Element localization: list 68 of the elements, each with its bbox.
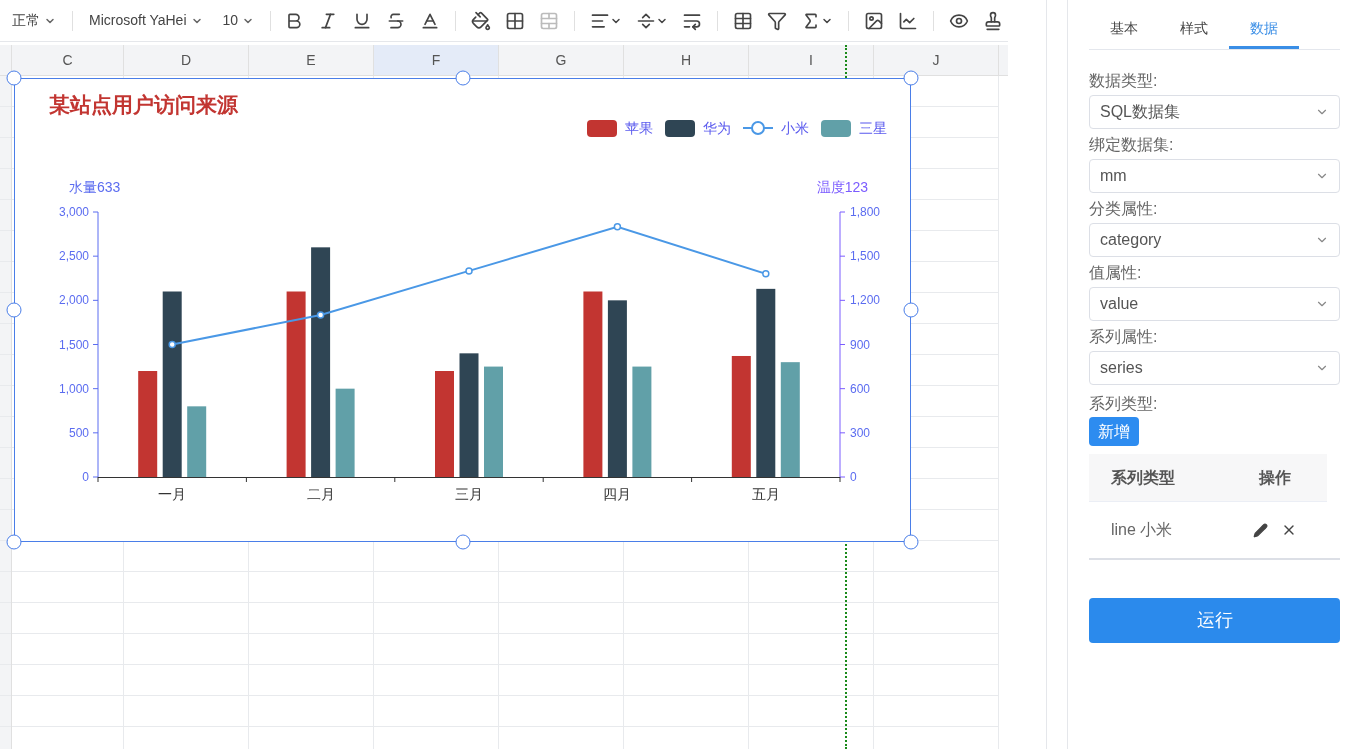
legend-label[interactable]: 小米 <box>781 120 809 136</box>
category-label: 三月 <box>455 486 483 502</box>
select-field[interactable]: SQL数据集 <box>1089 95 1340 129</box>
borders-icon <box>505 10 526 31</box>
line-chart-icon <box>898 10 919 31</box>
field-label: 系列类型: <box>1089 394 1159 414</box>
tab[interactable]: 样式 <box>1159 10 1229 49</box>
image-icon <box>864 10 885 31</box>
table-icon <box>733 10 754 31</box>
legend-label[interactable]: 三星 <box>859 120 887 136</box>
category-label: 四月 <box>603 486 632 502</box>
tab[interactable]: 基本 <box>1089 10 1159 49</box>
field-label: 分类属性: <box>1089 199 1159 219</box>
tick-label: 1,000 <box>58 381 89 396</box>
category-label: 二月 <box>306 486 335 502</box>
merge-cells-icon <box>539 10 560 31</box>
select-field[interactable]: series <box>1089 351 1340 385</box>
tick-label: 1,500 <box>58 337 89 352</box>
filter-icon <box>767 10 788 31</box>
column-header[interactable]: H <box>624 45 749 75</box>
chart-title: 某站点用户访问来源 <box>49 93 238 116</box>
category-label: 一月 <box>158 486 187 502</box>
legend-label[interactable]: 华为 <box>703 120 731 136</box>
data-point <box>465 267 473 275</box>
tick-label: 2,000 <box>58 293 89 308</box>
tick-label: 1,200 <box>850 293 881 308</box>
tick-label: 600 <box>850 381 871 396</box>
tick-label: 2,500 <box>58 249 89 264</box>
bar <box>187 406 207 477</box>
edit-icon[interactable] <box>1253 522 1268 538</box>
data-point <box>168 340 176 349</box>
field-label: 数据类型: <box>1089 71 1159 91</box>
axis-title: 温度123 <box>816 179 868 195</box>
select-field[interactable]: value <box>1089 287 1340 321</box>
chart-frame[interactable]: 某站点用户访问来源 苹果 华为 小米 三星 水量633 温度123 0 500 1,000 1,500 2,000 2,500 3,000 0 300 600 900 1,200 1,500 1,800 一月 二月 三月 四月 五月 <box>14 78 911 542</box>
select-field[interactable]: mm <box>1089 159 1340 193</box>
data-point <box>316 311 325 319</box>
field-label: 值属性: <box>1089 263 1143 283</box>
tick-label: 500 <box>68 425 89 440</box>
column-header: 操作 <box>1259 467 1291 488</box>
tick-label: 900 <box>850 337 871 352</box>
style-dropdown[interactable]: 正常 <box>4 6 64 35</box>
stamp-icon <box>983 10 1004 31</box>
tick-label: 0 <box>82 470 89 484</box>
column-header[interactable]: G <box>499 45 624 75</box>
tick-label: 3,000 <box>58 205 89 219</box>
legend-label[interactable]: 苹果 <box>625 120 653 136</box>
field-label: 系列属性: <box>1089 327 1159 347</box>
column-header[interactable]: I <box>749 45 874 75</box>
run-button[interactable]: 运行 <box>1089 598 1340 643</box>
font-dropdown[interactable]: Microsoft YaHei <box>81 6 211 35</box>
column-header: 系列类型 <box>1111 467 1176 488</box>
data-point <box>613 222 622 231</box>
tick-label: 1,800 <box>850 205 881 219</box>
data-point <box>762 270 770 278</box>
table-cell-text: line 小米 <box>1111 520 1174 540</box>
tick-label: 1,500 <box>850 249 881 264</box>
font-size-dropdown[interactable]: 10 <box>214 6 263 35</box>
tick-label: 300 <box>850 425 871 440</box>
column-header[interactable]: F <box>374 45 499 75</box>
tick-label: 0 <box>850 470 857 484</box>
column-header[interactable]: D <box>124 45 249 75</box>
field-label: 绑定数据集: <box>1089 135 1175 155</box>
axis-title: 水量633 <box>69 179 121 195</box>
paint-bucket-icon <box>471 10 492 31</box>
tab[interactable]: 数据 <box>1229 10 1299 49</box>
category-label: 五月 <box>751 486 780 502</box>
select-field[interactable]: category <box>1089 223 1340 257</box>
